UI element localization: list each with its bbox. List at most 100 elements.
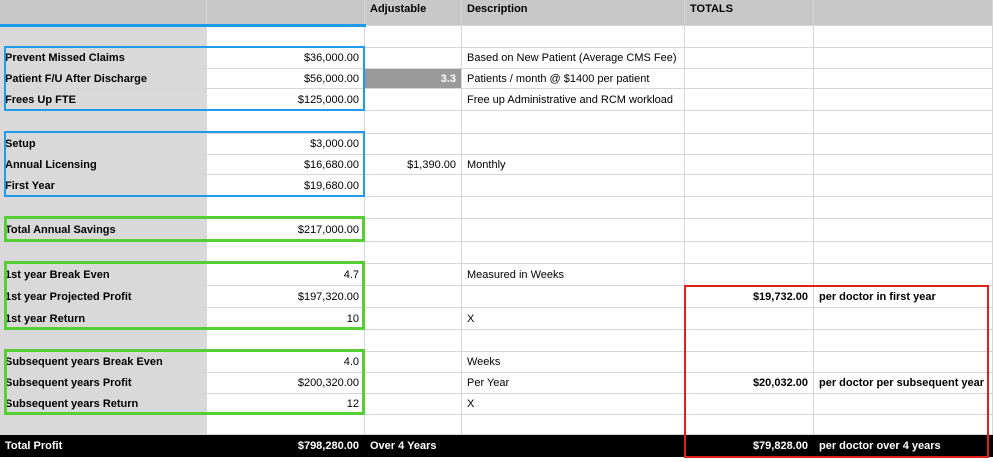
- adjustable-cell[interactable]: 3.3: [365, 69, 462, 89]
- adjustable-cell[interactable]: [365, 242, 462, 264]
- adjustable-cell[interactable]: [365, 89, 462, 111]
- adjustable-cell[interactable]: [365, 48, 462, 69]
- total-cell[interactable]: $20,032.00: [685, 373, 814, 394]
- total-cell[interactable]: [685, 308, 814, 330]
- value-cell[interactable]: $197,320.00: [207, 286, 365, 308]
- row-label[interactable]: 1st year Break Even: [0, 264, 207, 286]
- value-cell[interactable]: $56,000.00: [207, 69, 365, 89]
- value-cell[interactable]: $217,000.00: [207, 219, 365, 242]
- value-cell[interactable]: 10: [207, 308, 365, 330]
- value-cell[interactable]: [207, 111, 365, 134]
- adjustable-cell[interactable]: [365, 286, 462, 308]
- value-cell[interactable]: $200,320.00: [207, 373, 365, 394]
- total-cell[interactable]: [685, 264, 814, 286]
- row-label[interactable]: 1st year Projected Profit: [0, 286, 207, 308]
- total-cell[interactable]: [685, 394, 814, 415]
- adjustable-cell[interactable]: [365, 111, 462, 134]
- row-label[interactable]: Subsequent years Break Even: [0, 352, 207, 373]
- adjustable-cell[interactable]: [365, 264, 462, 286]
- description-cell[interactable]: X: [462, 394, 685, 415]
- adjustable-cell[interactable]: [365, 308, 462, 330]
- row-label[interactable]: Patient F/U After Discharge: [0, 69, 207, 89]
- row-label[interactable]: Total Profit: [0, 435, 207, 457]
- total-cell[interactable]: [685, 89, 814, 111]
- value-cell[interactable]: $36,000.00: [207, 48, 365, 69]
- row-label[interactable]: Annual Licensing: [0, 155, 207, 175]
- total-description-cell[interactable]: [814, 394, 993, 415]
- row-label[interactable]: Setup: [0, 134, 207, 155]
- row-label[interactable]: [0, 111, 207, 134]
- description-cell[interactable]: Free up Administrative and RCM workload: [462, 89, 685, 111]
- total-description-cell[interactable]: per doctor in first year: [814, 286, 993, 308]
- row-label[interactable]: Frees Up FTE: [0, 89, 207, 111]
- total-cell[interactable]: [685, 155, 814, 175]
- value-cell[interactable]: [207, 330, 365, 352]
- value-cell[interactable]: $19,680.00: [207, 175, 365, 197]
- total-description-cell[interactable]: [814, 26, 993, 48]
- value-cell[interactable]: $798,280.00: [207, 435, 365, 457]
- description-cell[interactable]: Patients / month @ $1400 per patient: [462, 69, 685, 89]
- description-cell[interactable]: Per Year: [462, 373, 685, 394]
- total-description-cell[interactable]: [814, 175, 993, 197]
- total-description-cell[interactable]: [814, 48, 993, 69]
- description-cell[interactable]: Measured in Weeks: [462, 264, 685, 286]
- description-cell[interactable]: [462, 26, 685, 48]
- total-description-cell[interactable]: per doctor per subsequent year: [814, 373, 993, 394]
- total-description-cell[interactable]: [814, 197, 993, 219]
- description-cell[interactable]: [462, 175, 685, 197]
- total-cell[interactable]: [685, 197, 814, 219]
- total-description-cell[interactable]: [814, 264, 993, 286]
- total-cell[interactable]: [685, 242, 814, 264]
- total-cell[interactable]: $79,828.00: [685, 435, 814, 457]
- description-cell[interactable]: [462, 242, 685, 264]
- value-cell[interactable]: [207, 415, 365, 435]
- description-cell[interactable]: [462, 330, 685, 352]
- value-cell[interactable]: $16,680.00: [207, 155, 365, 175]
- total-cell[interactable]: [685, 175, 814, 197]
- adjustable-cell[interactable]: [365, 175, 462, 197]
- row-label[interactable]: [0, 26, 207, 48]
- description-cell[interactable]: [462, 415, 685, 435]
- adjustable-cell[interactable]: [365, 394, 462, 415]
- total-cell[interactable]: [685, 69, 814, 89]
- total-cell[interactable]: [685, 134, 814, 155]
- description-cell[interactable]: X: [462, 308, 685, 330]
- description-cell[interactable]: [462, 134, 685, 155]
- header-col-value[interactable]: [207, 0, 365, 26]
- value-cell[interactable]: [207, 26, 365, 48]
- total-cell[interactable]: [685, 415, 814, 435]
- row-label[interactable]: Prevent Missed Claims: [0, 48, 207, 69]
- adjustable-cell[interactable]: [365, 197, 462, 219]
- value-cell[interactable]: $3,000.00: [207, 134, 365, 155]
- adjustable-cell[interactable]: [365, 415, 462, 435]
- total-description-cell[interactable]: [814, 155, 993, 175]
- header-totals-desc[interactable]: [814, 0, 993, 26]
- total-cell[interactable]: [685, 26, 814, 48]
- adjustable-cell[interactable]: [365, 352, 462, 373]
- total-cell[interactable]: [685, 352, 814, 373]
- description-cell[interactable]: Monthly: [462, 155, 685, 175]
- total-cell[interactable]: [685, 111, 814, 134]
- adjustable-cell[interactable]: $1,390.00: [365, 155, 462, 175]
- total-description-cell[interactable]: [814, 415, 993, 435]
- adjustable-cell[interactable]: [365, 373, 462, 394]
- total-description-cell[interactable]: [814, 134, 993, 155]
- total-description-cell[interactable]: [814, 69, 993, 89]
- header-description[interactable]: Description: [462, 0, 685, 26]
- row-label[interactable]: [0, 242, 207, 264]
- total-description-cell[interactable]: [814, 330, 993, 352]
- description-cell[interactable]: [462, 286, 685, 308]
- value-cell[interactable]: 4.0: [207, 352, 365, 373]
- description-cell[interactable]: [462, 197, 685, 219]
- row-label[interactable]: Total Annual Savings: [0, 219, 207, 242]
- total-description-cell[interactable]: [814, 111, 993, 134]
- total-cell[interactable]: $19,732.00: [685, 286, 814, 308]
- total-description-cell[interactable]: [814, 308, 993, 330]
- value-cell[interactable]: [207, 242, 365, 264]
- value-cell[interactable]: [207, 197, 365, 219]
- row-label[interactable]: [0, 197, 207, 219]
- total-cell[interactable]: [685, 219, 814, 242]
- value-cell[interactable]: 12: [207, 394, 365, 415]
- description-cell[interactable]: [462, 111, 685, 134]
- row-label[interactable]: First Year: [0, 175, 207, 197]
